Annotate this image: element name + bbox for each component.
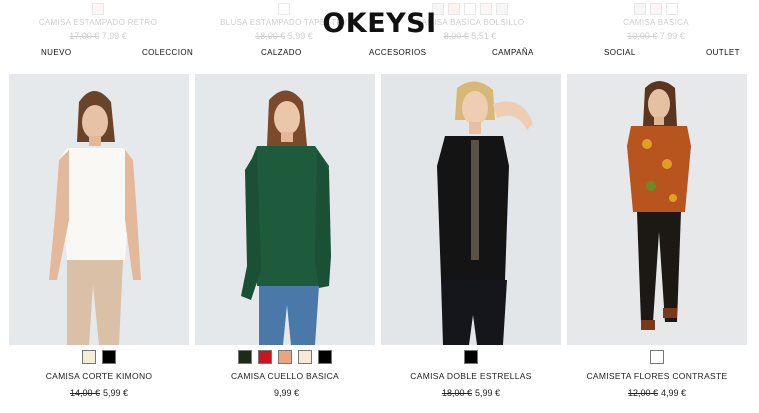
color-swatches (9, 350, 189, 365)
old-price: 14,00 € (69, 388, 100, 398)
color-swatches (381, 350, 561, 365)
product-price: 12,00 €4,99 € (567, 388, 747, 398)
product-card[interactable]: CAMISA CUELLO BASICA 9,99 € (195, 74, 375, 398)
color-swatch[interactable] (464, 350, 478, 364)
color-swatches (195, 350, 375, 365)
nav-item-campana[interactable]: CAMPAÑA (492, 48, 534, 57)
product-card[interactable]: CAMISETA FLORES CONTRASTE 12,00 €4,99 € (567, 74, 747, 398)
nav-item-outlet[interactable]: OUTLET (706, 48, 740, 57)
nav-item-social[interactable]: SOCIAL (604, 48, 636, 57)
color-swatch[interactable] (278, 350, 292, 364)
sale-price: 4,99 € (661, 388, 687, 398)
old-price: 18,00 € (441, 388, 472, 398)
product-image[interactable] (381, 74, 561, 345)
color-swatch[interactable] (238, 350, 252, 364)
sale-price: 9,99 € (273, 388, 300, 398)
product-name[interactable]: CAMISA CORTE KIMONO (9, 371, 189, 381)
product-price: 14,00 €5,99 € (9, 388, 189, 398)
color-swatch[interactable] (258, 350, 272, 364)
product-price: 18,00 €5,99 € (381, 388, 561, 398)
nav-item-coleccion[interactable]: COLECCION (142, 48, 193, 57)
nav-item-calzado[interactable]: CALZADO (261, 48, 302, 57)
product-name[interactable]: CAMISETA FLORES CONTRASTE (567, 371, 747, 381)
product-name[interactable]: CAMISA CUELLO BASICA (195, 371, 375, 381)
color-swatch[interactable] (650, 350, 664, 364)
color-swatch[interactable] (318, 350, 332, 364)
product-price: 9,99 € (195, 388, 375, 398)
nav-item-nuevo[interactable]: NUEVO (41, 48, 71, 57)
old-price: 12,00 € (627, 388, 658, 398)
color-swatches (567, 350, 747, 365)
sale-price: 5,99 € (475, 388, 501, 398)
product-image[interactable] (195, 74, 375, 345)
color-swatch[interactable] (298, 350, 312, 364)
main-nav: NUEVO COLECCION CALZADO ACCESORIOS CAMPA… (0, 48, 759, 62)
color-swatch[interactable] (102, 350, 116, 364)
nav-item-accesorios[interactable]: ACCESORIOS (369, 48, 426, 57)
brand-logo[interactable]: OKEYSI (0, 8, 759, 39)
product-image[interactable] (567, 74, 747, 345)
product-image[interactable] (9, 74, 189, 345)
product-card[interactable]: CAMISA DOBLE ESTRELLAS 18,00 €5,99 € (381, 74, 561, 398)
sale-price: 5,99 € (103, 388, 129, 398)
product-name[interactable]: CAMISA DOBLE ESTRELLAS (381, 371, 561, 381)
color-swatch[interactable] (82, 350, 96, 364)
product-card[interactable]: CAMISA CORTE KIMONO 14,00 €5,99 € (9, 74, 189, 398)
